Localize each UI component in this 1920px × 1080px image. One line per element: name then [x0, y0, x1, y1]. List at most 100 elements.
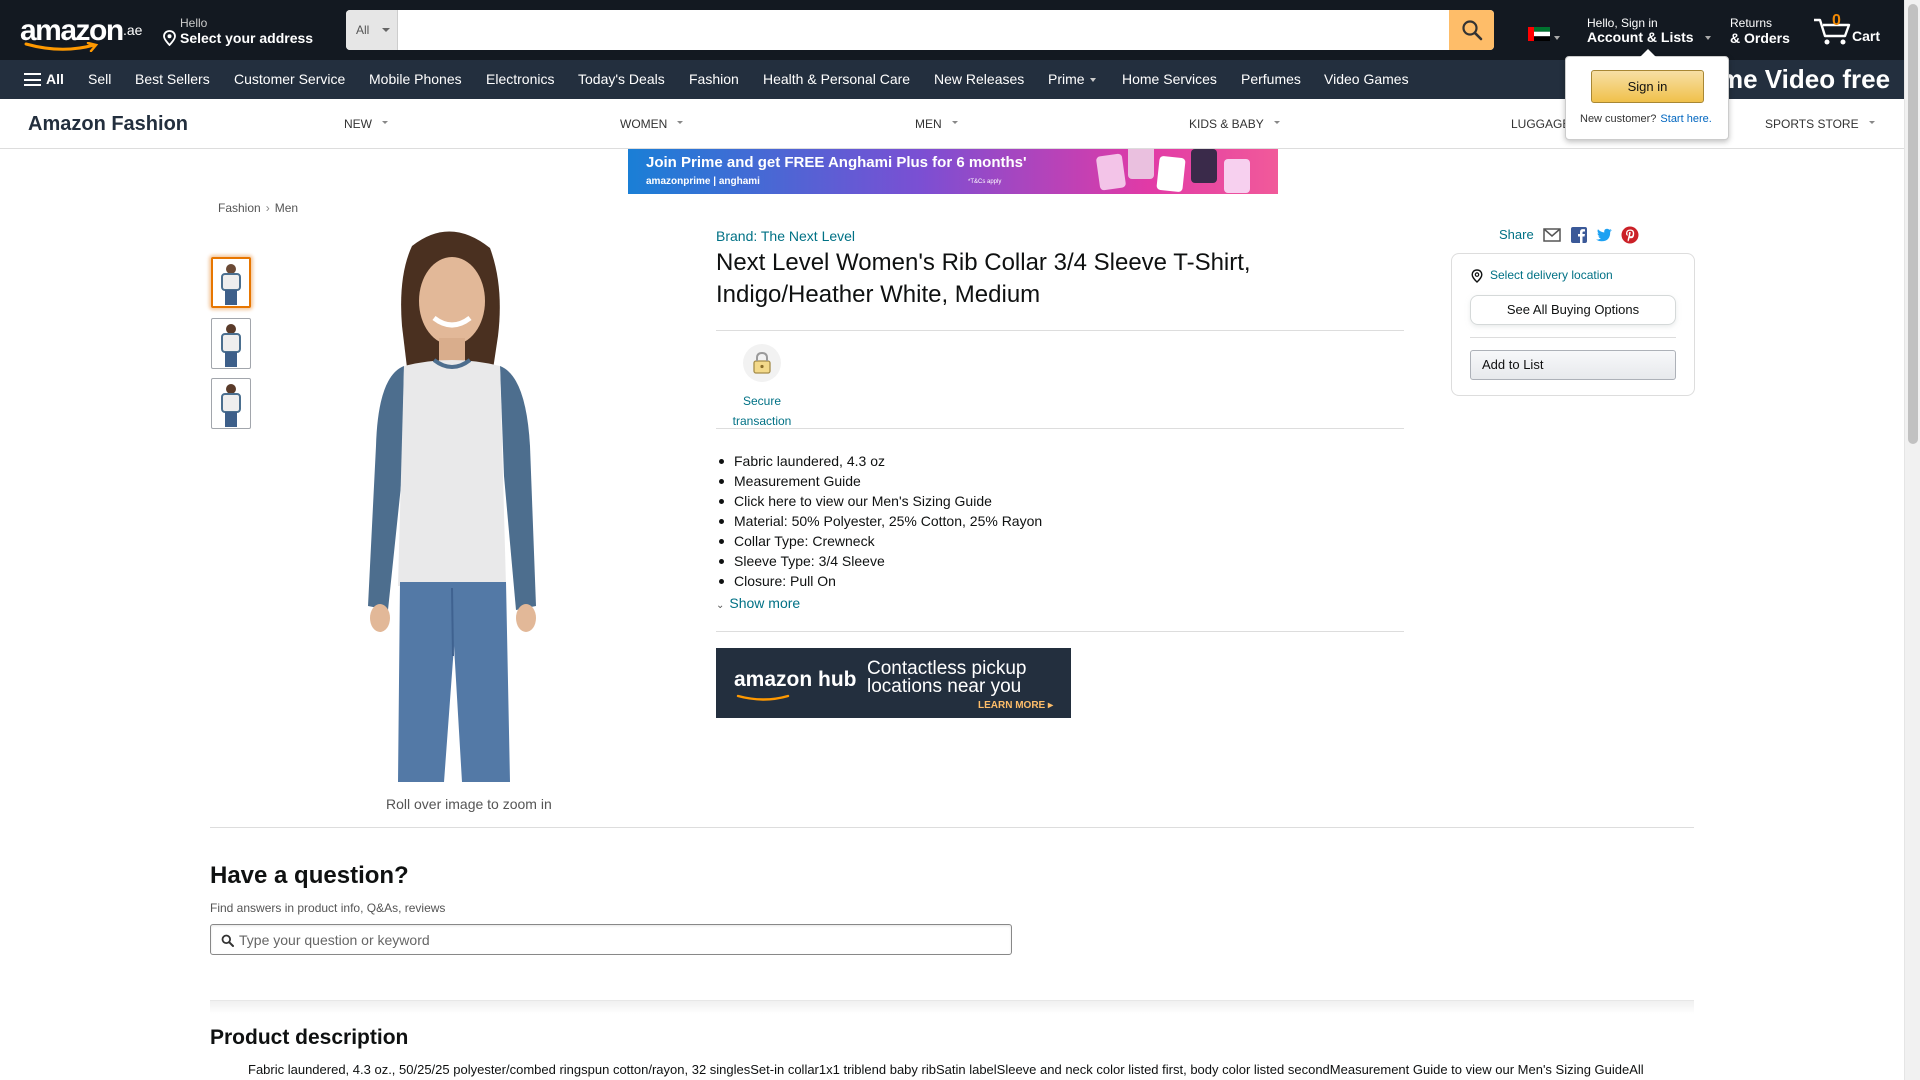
nav-home-services[interactable]: Home Services [1122, 60, 1217, 99]
all-menu-button[interactable]: All [46, 60, 64, 99]
search-input[interactable] [400, 10, 1440, 50]
sign-in-flyout: Sign in New customer? Start here. [1565, 49, 1729, 140]
search-button[interactable] [1449, 10, 1494, 50]
account-lists-label: Account & Lists [1587, 29, 1694, 45]
show-more-link[interactable]: ⌄ Show more [716, 595, 800, 611]
nav-sell[interactable]: Sell [88, 60, 111, 99]
breadcrumb-fashion[interactable]: Fashion [218, 201, 261, 215]
cart-button[interactable]: 0 Cart [1812, 10, 1912, 50]
email-share-icon[interactable] [1543, 226, 1561, 244]
store-category-new[interactable]: NEW [344, 117, 388, 131]
feature-bullet: Material: 50% Polyester, 25% Cotton, 25%… [716, 511, 1276, 531]
nav-best-sellers[interactable]: Best Sellers [135, 60, 210, 99]
product-thumbnail[interactable] [211, 257, 251, 308]
store-category-men[interactable]: MEN [915, 117, 958, 131]
secure-transaction-badge[interactable]: Secure transaction [716, 344, 808, 431]
returns-and-orders[interactable]: Returns & Orders [1730, 14, 1790, 50]
language-selector[interactable] [1526, 24, 1562, 44]
account-greeting: Hello, Sign in [1587, 16, 1658, 30]
returns-label: Returns [1730, 16, 1773, 30]
chevron-down-icon [1554, 36, 1560, 40]
questions-title: Have a question? [210, 862, 409, 889]
chevron-down-icon [1868, 121, 1875, 125]
feature-bullet: Closure: Pull On [716, 571, 1276, 591]
product-thumbnail[interactable] [211, 318, 251, 369]
sign-in-button[interactable]: Sign in [1591, 70, 1704, 103]
hamburger-menu-icon[interactable] [24, 73, 41, 86]
thumbnail-image [221, 384, 241, 427]
breadcrumb-men[interactable]: Men [275, 201, 298, 215]
amazon-hub-ad[interactable]: amazon hub Contactless pickup locations … [716, 648, 1071, 718]
twitter-share-icon[interactable] [1595, 226, 1613, 244]
nav-mobile-phones[interactable]: Mobile Phones [369, 60, 462, 99]
hub-learn-more: LEARN MORE ▸ [978, 700, 1054, 711]
add-to-list-button[interactable]: Add to List [1470, 350, 1676, 380]
buy-box: Select delivery location See All Buying … [1451, 253, 1695, 396]
store-brand-title[interactable]: Amazon Fashion [28, 113, 188, 136]
store-category-women[interactable]: WOMEN [620, 117, 684, 131]
cart-count: 0 [1832, 12, 1841, 29]
search-category-label: All [356, 23, 370, 37]
divider [716, 330, 1404, 331]
chevron-down-icon [1705, 36, 1711, 40]
banner-headline: Join Prime and get FREE Anghami Plus for… [646, 154, 1027, 171]
share-label[interactable]: Share [1499, 227, 1534, 242]
search-bar: All [346, 10, 1494, 50]
feature-bullets: Fabric laundered, 4.3 oz Measurement Gui… [716, 451, 1276, 591]
feature-bullet: Measurement Guide [716, 471, 1276, 491]
see-all-buying-options-button[interactable]: See All Buying Options [1470, 295, 1676, 325]
prime-anghami-banner[interactable]: Join Prime and get FREE Anghami Plus for… [628, 149, 1278, 194]
show-more-label: Show more [729, 595, 801, 611]
search-category-dropdown[interactable]: All [346, 10, 398, 50]
banner-album-art [1156, 155, 1186, 193]
brand-link[interactable]: Brand: The Next Level [716, 228, 855, 244]
scrollbar-thumb[interactable] [1908, 4, 1918, 444]
amazon-logo[interactable]: amazon .ae [18, 12, 143, 52]
facebook-share-icon[interactable] [1570, 226, 1588, 244]
nav-new-releases[interactable]: New Releases [934, 60, 1024, 99]
nav-prime[interactable]: Prime [1048, 60, 1096, 99]
product-description-text: Fabric laundered, 4.3 oz., 50/25/25 poly… [248, 1062, 1644, 1077]
prime-video-promo[interactable]: me Video free [1720, 60, 1890, 99]
start-here-link[interactable]: Start here. [1660, 113, 1711, 125]
new-customer-label: New customer? [1580, 113, 1657, 125]
nav-electronics[interactable]: Electronics [486, 60, 554, 99]
nav-todays-deals[interactable]: Today's Deals [578, 60, 665, 99]
store-category-kids-baby[interactable]: KIDS & BABY [1189, 117, 1280, 131]
select-delivery-location-link[interactable]: Select delivery location [1470, 268, 1613, 283]
location-pin-icon [163, 30, 176, 46]
secure-transaction-label: Secure transaction [732, 394, 792, 428]
top-navigation-bar: amazon .ae Hello Select your address All [0, 0, 1920, 60]
chevron-down-icon [382, 28, 390, 32]
divider [1470, 337, 1676, 338]
nav-customer-service[interactable]: Customer Service [234, 60, 345, 99]
store-category-label: LUGGAGE [1511, 117, 1571, 131]
store-category-label: NEW [344, 117, 372, 131]
select-address-label: Select your address [180, 30, 314, 46]
orders-label: & Orders [1730, 30, 1790, 46]
questions-subtitle: Find answers in product info, Q&As, revi… [210, 901, 446, 915]
banner-fine-print: *T&Cs apply [968, 179, 1002, 185]
nav-health-personal-care[interactable]: Health & Personal Care [763, 60, 910, 99]
nav-video-games[interactable]: Video Games [1324, 60, 1409, 99]
question-search-input[interactable] [239, 925, 999, 954]
product-title: Next Level Women's Rib Collar 3/4 Sleeve… [716, 249, 1251, 308]
store-category-label: SPORTS STORE [1765, 117, 1859, 131]
zoom-hint: Roll over image to zoom in [386, 796, 552, 812]
product-main-image[interactable] [340, 226, 600, 782]
chevron-down-icon: ⌄ [716, 600, 725, 611]
product-description-title: Product description [210, 1026, 409, 1049]
pinterest-share-icon[interactable] [1621, 226, 1639, 244]
model-photo [368, 231, 536, 782]
nav-perfumes[interactable]: Perfumes [1241, 60, 1301, 99]
banner-album-art [1128, 149, 1154, 179]
new-customer-prompt: New customer? Start here. [1580, 113, 1712, 125]
product-thumbnail[interactable] [211, 378, 251, 429]
store-category-label: WOMEN [620, 117, 668, 131]
store-category-sports-store[interactable]: SPORTS STORE [1765, 117, 1875, 131]
nav-prime-label: Prime [1048, 71, 1085, 87]
page-scrollbar[interactable] [1904, 0, 1920, 1080]
nav-fashion[interactable]: Fashion [689, 60, 739, 99]
account-and-lists[interactable]: Hello, Sign in Account & Lists [1587, 14, 1712, 50]
breadcrumb-separator: › [265, 201, 270, 215]
